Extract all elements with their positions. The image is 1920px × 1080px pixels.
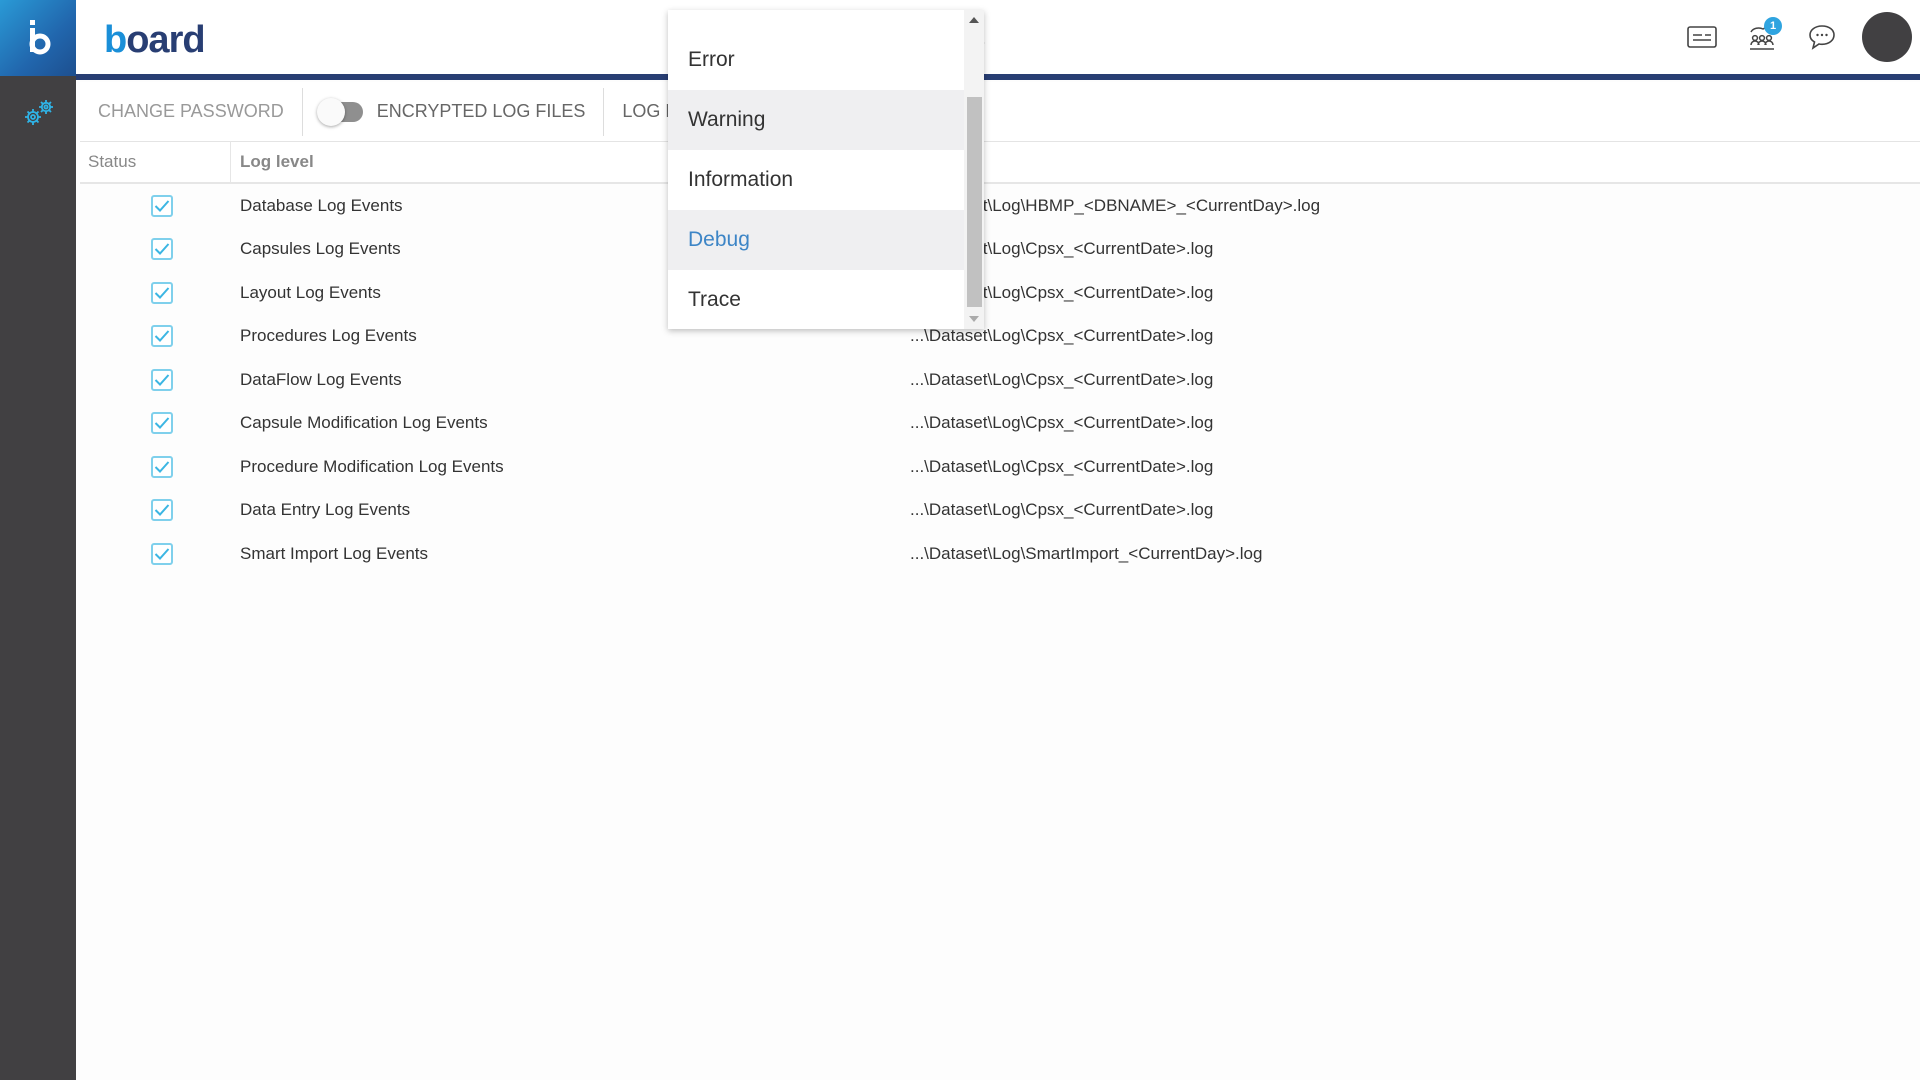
brand-suffix: oard xyxy=(126,19,205,61)
toggle-knob xyxy=(316,97,345,126)
log-event-name: Smart Import Log Events xyxy=(240,543,429,563)
left-rail xyxy=(0,0,76,1080)
status-cell xyxy=(80,499,240,522)
table-row: Capsules Log Events ...\Dataset\Log\Cpsx_… xyxy=(80,228,1920,272)
chat-button[interactable] xyxy=(1802,17,1842,57)
checkmark-icon xyxy=(154,548,170,560)
status-checkbox[interactable] xyxy=(151,281,173,304)
chat-icon xyxy=(1809,25,1835,50)
log-events-table: Status Log level Database Log Events ...\… xyxy=(80,141,1920,1080)
checkmark-icon xyxy=(154,504,170,517)
log-level-option-debug[interactable]: Debug xyxy=(668,210,964,270)
log-event-name: DataFlow Log Events xyxy=(240,369,402,389)
checkmark-icon xyxy=(154,417,170,430)
status-checkbox[interactable] xyxy=(151,412,173,435)
checkmark-icon xyxy=(154,200,170,212)
board-b-icon xyxy=(29,20,51,55)
notification-badge: 1 xyxy=(1764,17,1782,35)
status-cell xyxy=(80,542,240,565)
header-accent-bar xyxy=(76,74,1920,80)
log-level-option-error[interactable]: Error xyxy=(668,30,964,90)
scrollbar-thumb[interactable] xyxy=(967,97,982,307)
scroll-down-arrow-icon[interactable] xyxy=(969,316,979,322)
status-checkbox[interactable] xyxy=(151,499,173,522)
checkmark-icon xyxy=(154,287,170,299)
table-row: Capsule Modification Log Events ...\Datas… xyxy=(80,402,1920,446)
log-event-name: Data Entry Log Events xyxy=(240,500,411,520)
table-row: Procedure Modification Log Events ...\Dat… xyxy=(80,445,1920,489)
dropdown-scrollbar[interactable] xyxy=(964,10,984,329)
top-header xyxy=(76,0,1920,74)
brand-prefix: b xyxy=(104,19,127,61)
encrypted-log-files-switch[interactable] xyxy=(316,97,363,126)
log-level-option-warning[interactable]: Warning xyxy=(668,90,964,150)
presentation-button[interactable] xyxy=(1682,17,1722,57)
log-level-option-trace[interactable]: Trace xyxy=(668,270,964,330)
log-event-name: Capsule Modification Log Events xyxy=(240,413,488,433)
checkmark-icon xyxy=(154,374,170,386)
settings-toolbar: CHANGE PASSWORD ENCRYPTED LOG FILES LOG … xyxy=(80,82,1920,142)
log-level-dropdown: Error Warning Information Debug Trace xyxy=(668,10,984,329)
status-cell xyxy=(80,281,240,304)
encrypted-log-files-label: ENCRYPTED LOG FILES xyxy=(376,101,586,121)
board-brand-logo: board xyxy=(104,19,206,61)
log-file-path: ...\Dataset\Log\Cpsx_<CurrentDate>.log xyxy=(910,413,1214,433)
status-checkbox[interactable] xyxy=(151,325,173,348)
status-cell xyxy=(80,368,240,391)
status-checkbox[interactable] xyxy=(151,542,173,565)
table-row: Layout Log Events ...\Dataset\Log\Cpsx_<C… xyxy=(80,271,1920,315)
table-body: Database Log Events ...\Dataset\Log\HBMP_… xyxy=(80,184,1920,576)
status-checkbox[interactable] xyxy=(151,368,173,391)
encrypted-log-files-toggle[interactable]: ENCRYPTED LOG FILES xyxy=(303,82,604,142)
scroll-up-arrow-icon[interactable] xyxy=(969,17,979,23)
checkmark-icon xyxy=(154,461,170,473)
status-checkbox[interactable] xyxy=(151,455,173,478)
status-checkbox[interactable] xyxy=(151,238,173,261)
checkmark-icon xyxy=(154,330,170,343)
table-row: DataFlow Log Events ...\Dataset\Log\Cpsx_… xyxy=(80,358,1920,402)
status-cell xyxy=(80,325,240,348)
log-file-path: ...\Dataset\Log\SmartImport_<CurrentDay>… xyxy=(910,543,1263,563)
status-checkbox[interactable] xyxy=(151,194,173,217)
table-row: Data Entry Log Events ...\Dataset\Log\Cps… xyxy=(80,489,1920,533)
header-actions: 1 xyxy=(1682,0,1920,74)
log-level-option-information[interactable]: Information xyxy=(668,150,964,210)
checkmark-icon xyxy=(154,243,170,256)
table-header: Status Log level xyxy=(80,141,1920,184)
status-cell xyxy=(80,238,240,261)
log-event-name: Procedure Modification Log Events xyxy=(240,456,504,476)
table-row: Procedures Log Events ...\Dataset\Log\Cps… xyxy=(80,315,1920,359)
user-avatar[interactable] xyxy=(1862,12,1912,62)
table-row: Database Log Events ...\Dataset\Log\HBMP_… xyxy=(80,184,1920,228)
settings-gears-icon[interactable] xyxy=(22,98,56,128)
status-cell xyxy=(80,455,240,478)
column-header-log-level[interactable]: Log level xyxy=(231,152,314,172)
log-level-options: Error Warning Information Debug Trace xyxy=(668,10,964,329)
board-logo-button[interactable] xyxy=(0,0,76,76)
collaboration-button[interactable]: 1 xyxy=(1742,17,1782,57)
log-file-path: ...\Dataset\Log\Cpsx_<CurrentDate>.log xyxy=(910,369,1214,389)
table-row: Smart Import Log Events ...\Dataset\Log\S… xyxy=(80,532,1920,576)
presentation-icon xyxy=(1687,26,1717,48)
status-cell xyxy=(80,194,240,217)
status-cell xyxy=(80,412,240,435)
column-header-status[interactable]: Status xyxy=(80,141,231,183)
log-file-path: ...\Dataset\Log\Cpsx_<CurrentDate>.log xyxy=(910,456,1214,476)
change-password-button[interactable]: CHANGE PASSWORD xyxy=(80,82,302,142)
log-file-path: ...\Dataset\Log\Cpsx_<CurrentDate>.log xyxy=(910,500,1214,520)
